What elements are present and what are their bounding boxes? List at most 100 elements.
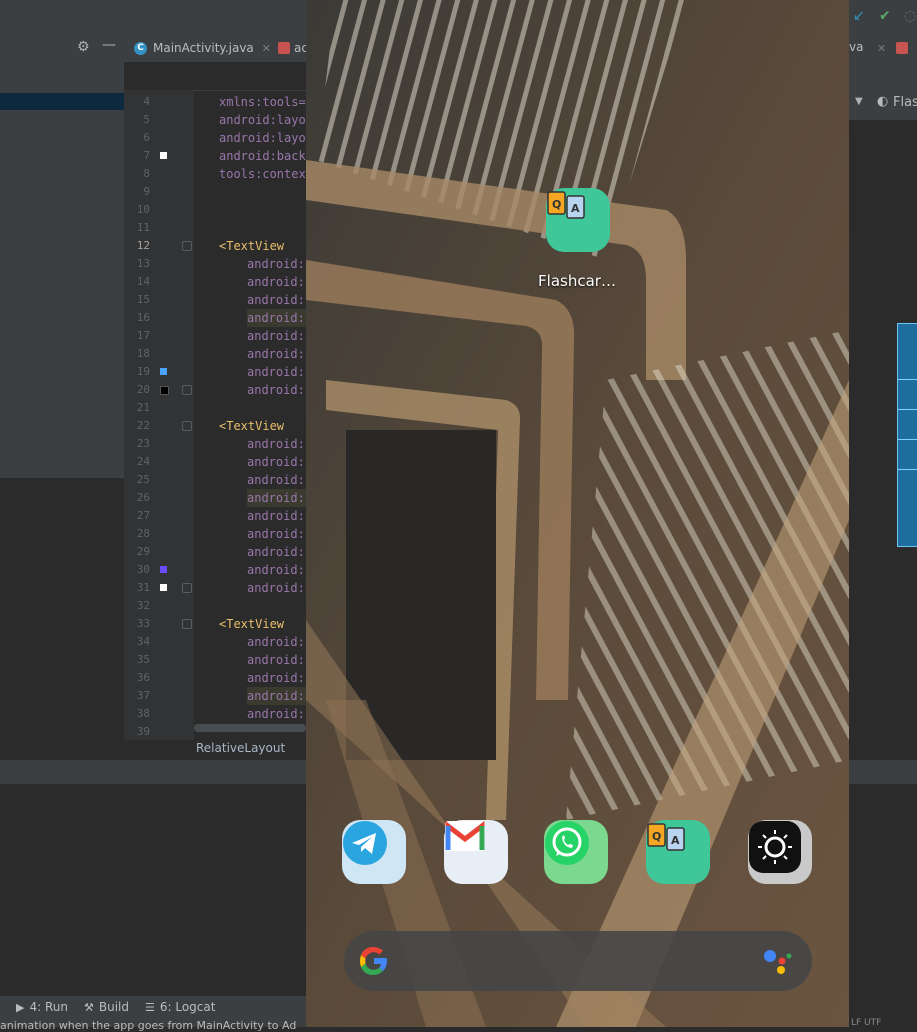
- code-line[interactable]: android:: [247, 435, 305, 453]
- minimize-icon[interactable]: —: [102, 37, 116, 53]
- editor-toolbar-row: [124, 62, 306, 91]
- run-tool-button[interactable]: ▶ 4: Run: [16, 1000, 68, 1014]
- check-icon[interactable]: ✔: [879, 8, 891, 24]
- logcat-tool-button[interactable]: ☰ 6: Logcat: [145, 1000, 215, 1014]
- flashcards-logo-icon: Q A: [547, 191, 585, 219]
- code-text: android:layou: [219, 113, 313, 127]
- code-line[interactable]: android:: [247, 291, 305, 309]
- horizontal-scrollbar[interactable]: [194, 724, 306, 732]
- code-line[interactable]: android:: [247, 633, 305, 651]
- code-line[interactable]: android:: [247, 705, 305, 723]
- theme-icon[interactable]: ◐: [877, 94, 888, 109]
- close-icon[interactable]: ✕: [262, 42, 271, 55]
- code-line[interactable]: android:: [247, 561, 305, 579]
- gear-icon[interactable]: ⚙: [77, 39, 90, 55]
- project-tree-panel[interactable]: [0, 90, 124, 478]
- color-swatch-icon[interactable]: [160, 584, 167, 591]
- blueprint-preview[interactable]: [897, 323, 917, 547]
- app-label[interactable]: Flashcar…: [534, 272, 620, 290]
- code-line[interactable]: android:: [247, 669, 305, 687]
- tab-main-activity[interactable]: C MainActivity.java ✕: [134, 34, 271, 62]
- close-icon[interactable]: ✕: [877, 42, 886, 55]
- code-line[interactable]: android:: [247, 687, 305, 705]
- code-line[interactable]: android:: [247, 489, 305, 507]
- code-line[interactable]: android:backg: [219, 147, 313, 165]
- code-line[interactable]: android:: [247, 471, 305, 489]
- code-line[interactable]: android:: [247, 363, 305, 381]
- flashcards-dock-icon[interactable]: Q A: [646, 820, 710, 884]
- color-swatch-icon[interactable]: [160, 152, 167, 159]
- logcat-tool-label: 6: Logcat: [159, 1000, 216, 1014]
- fold-icon[interactable]: [182, 241, 192, 251]
- line-number: 23: [136, 437, 150, 450]
- code-text: android:layou: [219, 131, 313, 145]
- code-line[interactable]: <TextView: [219, 615, 284, 633]
- build-tool-label: Build: [98, 1000, 129, 1014]
- breadcrumb-item[interactable]: RelativeLayout: [196, 740, 285, 756]
- code-line[interactable]: <TextView: [219, 237, 284, 255]
- xml-file-icon: [278, 42, 290, 54]
- code-line[interactable]: xmlns:tools=": [219, 93, 313, 111]
- fold-icon[interactable]: [182, 583, 192, 593]
- line-number: 5: [143, 113, 150, 126]
- fold-icon[interactable]: [182, 421, 192, 431]
- logcat-icon: ☰: [144, 1000, 155, 1014]
- line-number: 20: [136, 383, 150, 396]
- color-swatch-icon[interactable]: [160, 368, 167, 375]
- whatsapp-logo-icon: [545, 821, 589, 865]
- build-tool-button[interactable]: ⚒ Build: [84, 1000, 129, 1014]
- code-line[interactable]: <TextView: [219, 417, 284, 435]
- tab-layout-xml[interactable]: ac: [278, 34, 308, 62]
- telegram-app-icon[interactable]: [342, 820, 406, 884]
- code-line[interactable]: android:: [247, 273, 305, 291]
- gmail-app-icon[interactable]: [444, 820, 508, 884]
- preview-title[interactable]: Flas: [893, 95, 917, 110]
- code-line[interactable]: tools:contex: [219, 165, 306, 183]
- line-number: 37: [136, 689, 150, 702]
- fold-icon[interactable]: [182, 385, 192, 395]
- code-line[interactable]: android:: [247, 525, 305, 543]
- camera-app-icon[interactable]: [748, 820, 812, 884]
- chevron-down-icon[interactable]: ▼: [855, 96, 863, 107]
- flashcards-app-icon[interactable]: Q A: [546, 188, 610, 252]
- code-line[interactable]: android:: [247, 345, 305, 363]
- arrow-icon[interactable]: ↙: [853, 8, 865, 24]
- svg-text:Q: Q: [652, 830, 661, 843]
- svg-text:Q: Q: [552, 198, 561, 211]
- code-line[interactable]: android:layou: [219, 111, 313, 129]
- line-number: 18: [136, 347, 150, 360]
- svg-text:A: A: [671, 834, 680, 847]
- tab-label-partial[interactable]: va: [849, 40, 863, 54]
- google-search-bar[interactable]: [344, 931, 812, 991]
- code-line[interactable]: android:: [247, 543, 305, 561]
- svg-text:A: A: [571, 202, 580, 215]
- line-number: 35: [136, 653, 150, 666]
- color-swatch-icon[interactable]: [160, 566, 167, 573]
- gmail-logo-icon: [445, 820, 485, 851]
- line-number: 9: [143, 185, 150, 198]
- code-line[interactable]: android:: [247, 327, 305, 345]
- code-line[interactable]: android:: [247, 255, 305, 273]
- project-tree-selected-row[interactable]: [0, 93, 124, 110]
- line-number: 29: [136, 545, 150, 558]
- code-line[interactable]: android:: [247, 381, 305, 399]
- color-swatch-icon[interactable]: [160, 386, 169, 395]
- google-assistant-icon[interactable]: [762, 947, 794, 977]
- line-number: 26: [136, 491, 150, 504]
- code-line[interactable]: android:: [247, 309, 305, 327]
- code-line[interactable]: android:: [247, 507, 305, 525]
- camera-logo-icon: [749, 821, 801, 873]
- whatsapp-app-icon[interactable]: [544, 820, 608, 884]
- android-emulator-screen[interactable]: Q A Flashcar… Q A: [306, 0, 849, 1027]
- line-number: 13: [136, 257, 150, 270]
- code-line[interactable]: android:: [247, 453, 305, 471]
- code-line[interactable]: android:layou: [219, 129, 313, 147]
- code-line[interactable]: android:: [247, 579, 305, 597]
- line-number: 8: [143, 167, 150, 180]
- line-number: 22: [136, 419, 150, 432]
- line-number: 38: [136, 707, 150, 720]
- line-number: 28: [136, 527, 150, 540]
- circle-icon[interactable]: ◌: [904, 8, 916, 24]
- fold-icon[interactable]: [182, 619, 192, 629]
- code-line[interactable]: android:: [247, 651, 305, 669]
